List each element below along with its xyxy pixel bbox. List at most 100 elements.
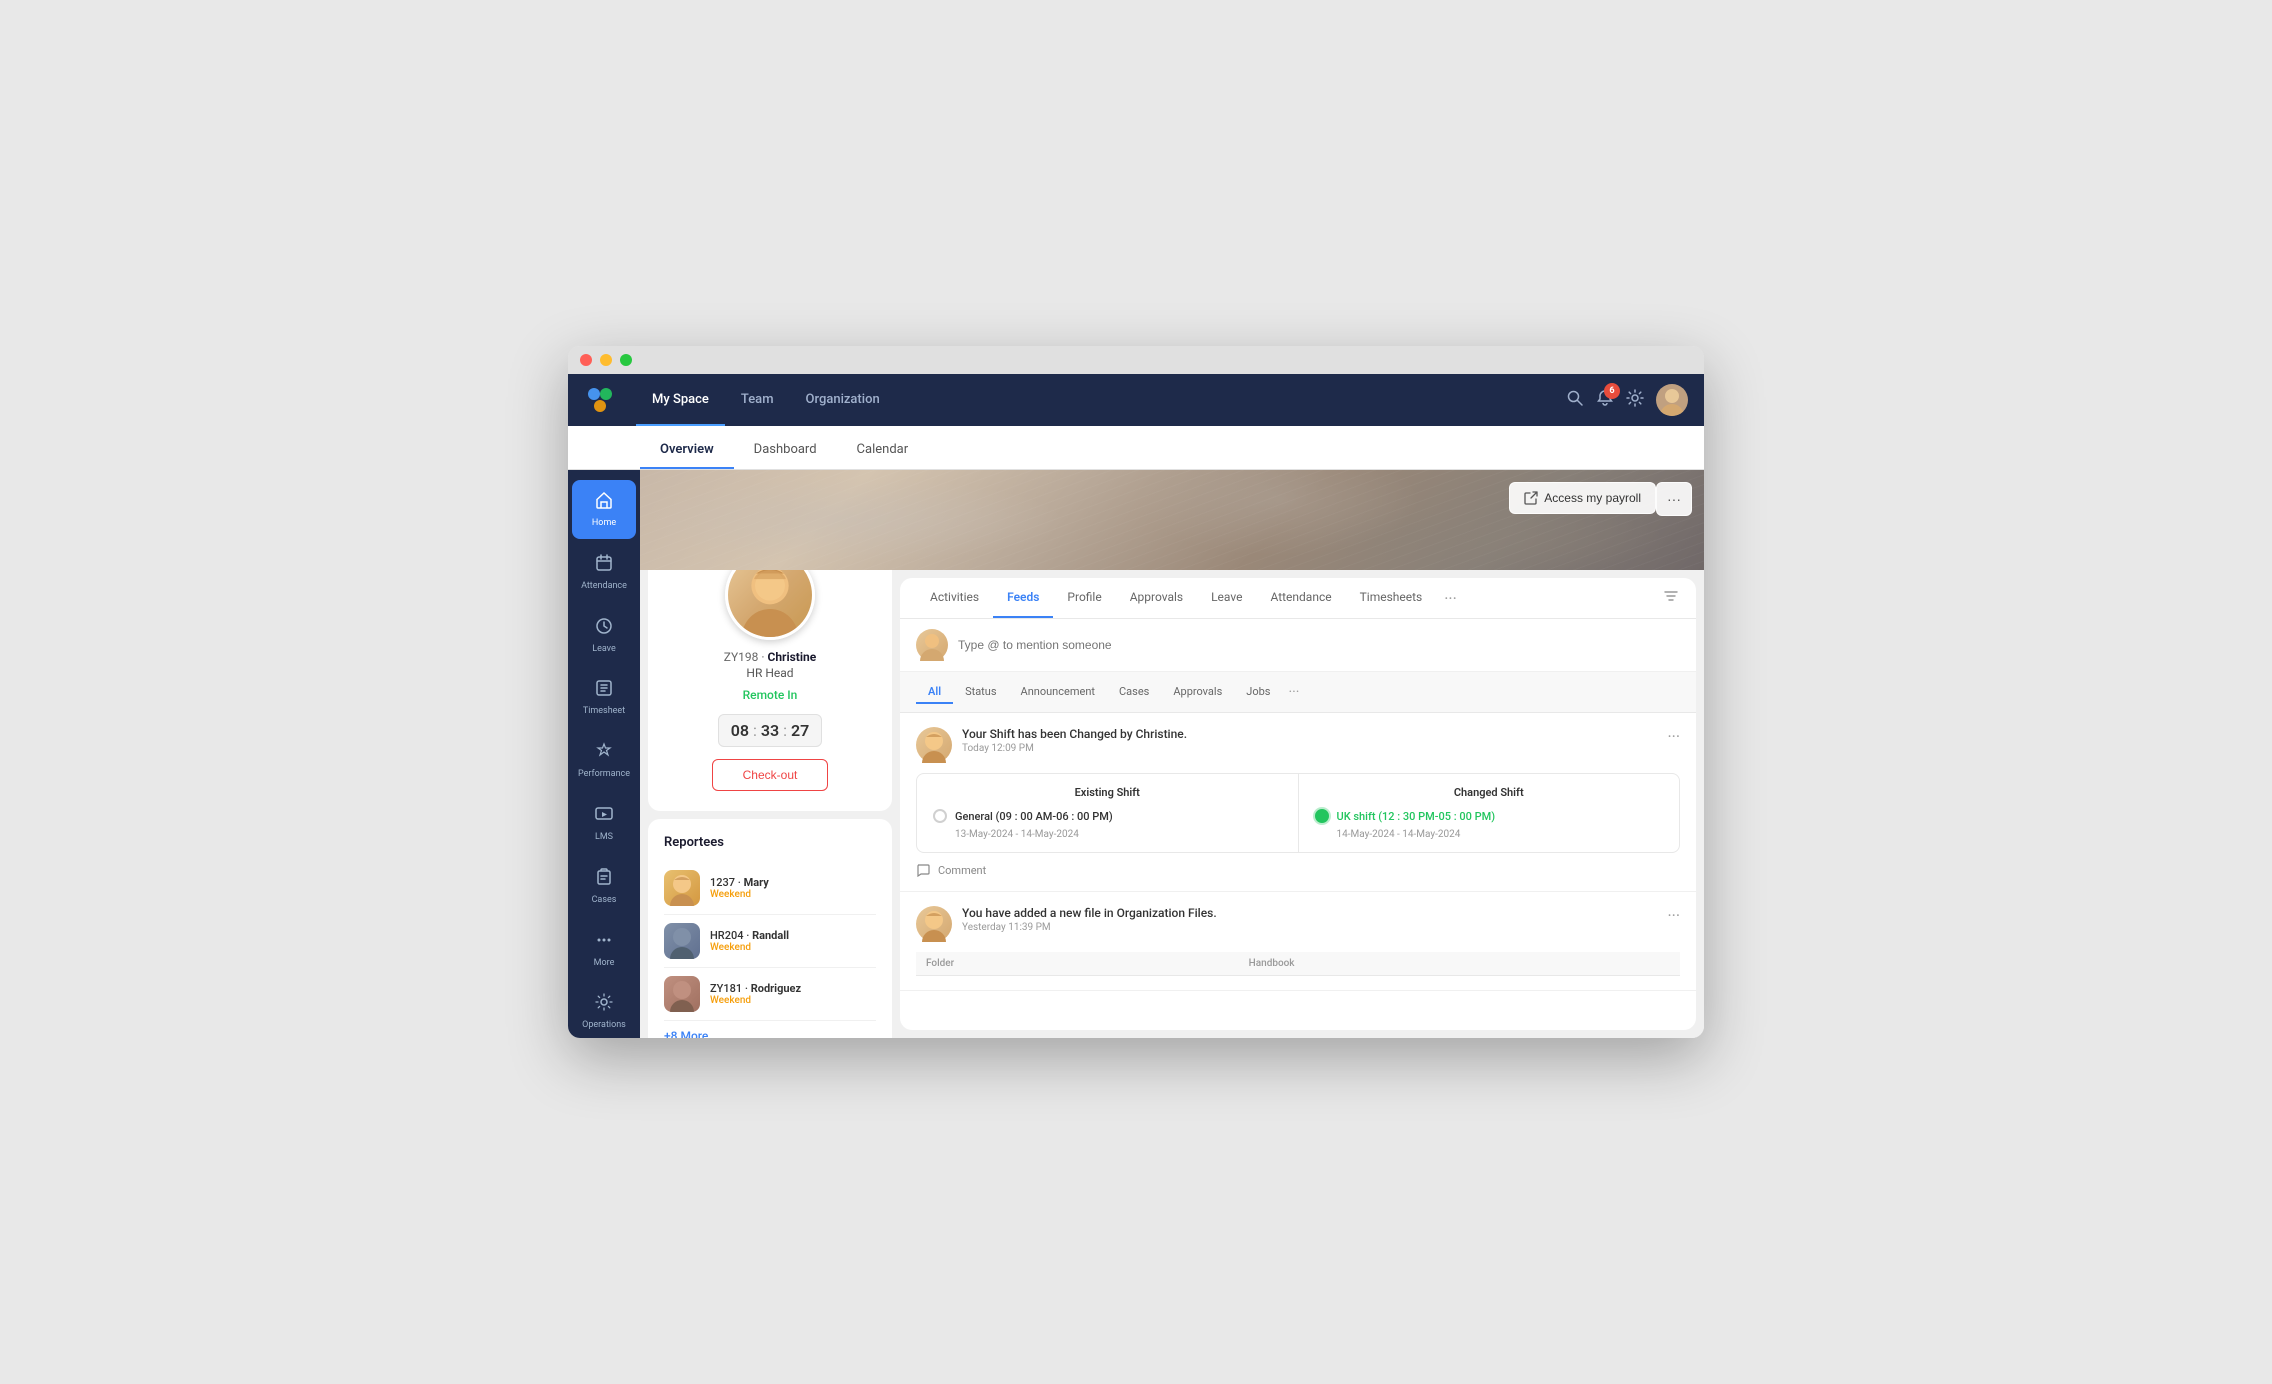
feed-item-menu-icon[interactable]: ···	[1667, 727, 1680, 746]
feed-item-time: Yesterday 11:39 PM	[962, 922, 1657, 933]
user-avatar-top[interactable]	[1656, 384, 1688, 416]
feed-item-title: You have added a new file in Organizatio…	[962, 906, 1657, 920]
sidebar-item-leave[interactable]: Leave	[572, 606, 636, 665]
sidebar: Home Attendance Leave	[568, 470, 640, 1038]
sidebar-label-home: Home	[592, 518, 616, 529]
existing-shift-col: Existing Shift General (09 : 00 AM-06 : …	[917, 774, 1299, 852]
more-options-hero-button[interactable]: ···	[1656, 482, 1692, 516]
tab-activities[interactable]: Activities	[916, 578, 993, 618]
payroll-button[interactable]: Access my payroll	[1509, 482, 1656, 514]
feed-item-header: You have added a new file in Organizatio…	[916, 906, 1680, 942]
tab-feeds[interactable]: Feeds	[993, 578, 1053, 618]
mention-input-row	[900, 619, 1696, 672]
home-icon	[594, 490, 614, 515]
lms-icon	[594, 804, 614, 829]
leave-icon	[594, 616, 614, 641]
sidebar-item-more[interactable]: More	[572, 920, 636, 979]
changed-shift-col: Changed Shift UK shift (12 : 30 PM-05 : …	[1299, 774, 1680, 852]
tab-overview[interactable]: Overview	[640, 442, 734, 469]
tab-leave[interactable]: Leave	[1197, 578, 1256, 618]
sidebar-item-home[interactable]: Home	[572, 480, 636, 539]
sidebar-item-attendance[interactable]: Attendance	[572, 543, 636, 602]
nav-organization[interactable]: Organization	[790, 374, 896, 426]
filter-all[interactable]: All	[916, 681, 953, 704]
feeds-right-panel: Activities Feeds Profile Approvals Leave…	[900, 578, 1696, 1030]
file-table-name-header: Handbook	[1239, 952, 1680, 976]
reportee-status: Weekend	[710, 942, 789, 953]
tab-dashboard[interactable]: Dashboard	[734, 442, 837, 469]
notification-badge: 6	[1604, 383, 1620, 399]
changed-shift-radio	[1315, 809, 1329, 823]
reportee-status: Weekend	[710, 995, 801, 1006]
changed-shift-option: UK shift (12 : 30 PM-05 : 00 PM)	[1315, 809, 1664, 823]
comment-label: Comment	[938, 864, 986, 877]
timer-minutes: 33	[761, 721, 779, 740]
nav-team[interactable]: Team	[725, 374, 790, 426]
sidebar-item-cases[interactable]: Cases	[572, 857, 636, 916]
mention-input[interactable]	[958, 638, 1680, 652]
sidebar-item-performance[interactable]: Performance	[572, 731, 636, 790]
tab-profile[interactable]: Profile	[1053, 578, 1115, 618]
sidebar-label-leave: Leave	[592, 644, 616, 655]
maximize-dot[interactable]	[620, 354, 632, 366]
feed-item-menu-icon[interactable]: ···	[1667, 906, 1680, 925]
reportee-status: Weekend	[710, 889, 769, 900]
tab-approvals[interactable]: Approvals	[1116, 578, 1197, 618]
minimize-dot[interactable]	[600, 354, 612, 366]
feed-item-header: Your Shift has been Changed by Christine…	[916, 727, 1680, 763]
comment-row[interactable]: Comment	[916, 863, 1680, 877]
existing-shift-radio	[933, 809, 947, 823]
existing-shift-dates: 13-May-2024 - 14-May-2024	[955, 829, 1282, 840]
feed-item: Your Shift has been Changed by Christine…	[900, 713, 1696, 892]
sidebar-label-timesheet: Timesheet	[583, 706, 625, 717]
title-bar	[568, 346, 1704, 374]
list-item: ZY181 · Rodriguez Weekend	[664, 968, 876, 1021]
checkout-button[interactable]: Check-out	[712, 759, 829, 791]
tab-calendar[interactable]: Calendar	[837, 442, 929, 469]
filter-tab-overflow[interactable]: ···	[1282, 680, 1305, 704]
app-container: My Space Team Organization 6	[568, 374, 1704, 1038]
reportee-avatar-randall	[664, 923, 700, 959]
more-reportees-link[interactable]: +8 More	[664, 1029, 876, 1038]
existing-shift-header: Existing Shift	[933, 786, 1282, 799]
sidebar-label-more: More	[594, 958, 615, 969]
sidebar-label-performance: Performance	[578, 769, 630, 780]
cases-icon	[594, 867, 614, 892]
tab-attendance[interactable]: Attendance	[1256, 578, 1345, 618]
settings-icon[interactable]	[1626, 389, 1644, 412]
sidebar-item-lms[interactable]: LMS	[572, 794, 636, 853]
feed-filter-icon[interactable]	[1662, 587, 1680, 609]
filter-jobs[interactable]: Jobs	[1234, 681, 1282, 704]
reportee-info: HR204 · Randall Weekend	[710, 929, 789, 953]
sidebar-item-operations[interactable]: Operations	[572, 982, 636, 1038]
filter-cases[interactable]: Cases	[1107, 681, 1161, 704]
reportee-info: ZY181 · Rodriguez Weekend	[710, 982, 801, 1006]
comment-icon	[916, 863, 930, 877]
tab-timesheets[interactable]: Timesheets	[1346, 578, 1437, 618]
profile-status: Remote In	[743, 688, 798, 702]
notification-icon[interactable]: 6	[1596, 389, 1614, 412]
feed-tab-overflow[interactable]: ···	[1436, 579, 1465, 618]
reportee-name: 1237 · Mary	[710, 876, 769, 889]
main-layout: Home Attendance Leave	[568, 470, 1704, 1038]
timer-hours: 08	[731, 721, 749, 740]
reportee-name: HR204 · Randall	[710, 929, 789, 942]
reportee-avatar-rodriguez	[664, 976, 700, 1012]
sidebar-label-lms: LMS	[595, 832, 613, 843]
logo[interactable]	[584, 384, 616, 416]
feed-item-title: Your Shift has been Changed by Christine…	[962, 727, 1657, 741]
filter-approvals[interactable]: Approvals	[1161, 681, 1234, 704]
close-dot[interactable]	[580, 354, 592, 366]
filter-status[interactable]: Status	[953, 681, 1008, 704]
nav-my-space[interactable]: My Space	[636, 374, 725, 426]
filter-announcement[interactable]: Announcement	[1009, 681, 1107, 704]
sidebar-item-timesheet[interactable]: Timesheet	[572, 668, 636, 727]
search-icon[interactable]	[1566, 389, 1584, 412]
top-nav: My Space Team Organization 6	[568, 374, 1704, 426]
profile-feeds: ZY198 · Christine HR Head Remote In 08 :…	[640, 570, 1704, 1038]
profile-title: HR Head	[746, 666, 793, 680]
list-item: HR204 · Randall Weekend	[664, 915, 876, 968]
mention-avatar	[916, 629, 948, 661]
performance-icon	[594, 741, 614, 766]
feed-item-time: Today 12:09 PM	[962, 743, 1657, 754]
